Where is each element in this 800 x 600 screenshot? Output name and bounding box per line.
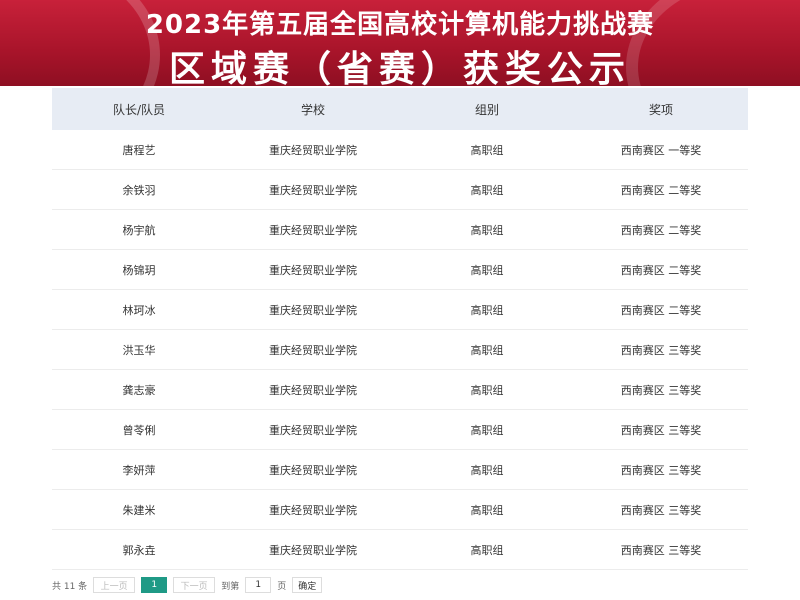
cell-school: 重庆经贸职业学院 [269, 463, 357, 477]
cell-captain: 余铁羽 [122, 183, 156, 197]
table-row: 杨宇航 重庆经贸职业学院 高职组 西南赛区 二等奖 [52, 210, 748, 250]
table-row: 林珂冰 重庆经贸职业学院 高职组 西南赛区 二等奖 [52, 290, 748, 330]
page-1-button[interactable]: 1 [141, 577, 168, 593]
cell-school: 重庆经贸职业学院 [269, 423, 357, 437]
cell-group: 高职组 [470, 463, 504, 477]
prev-page-button[interactable]: 上一页 [93, 577, 136, 593]
table-row: 洪玉华 重庆经贸职业学院 高职组 西南赛区 三等奖 [52, 330, 748, 370]
table-row: 李妍萍 重庆经贸职业学院 高职组 西南赛区 三等奖 [52, 450, 748, 490]
cell-group: 高职组 [470, 543, 504, 557]
cell-captain: 洪玉华 [122, 343, 156, 357]
cell-captain: 朱建米 [122, 503, 156, 517]
cell-group: 高职组 [470, 423, 504, 437]
table-row: 余铁羽 重庆经贸职业学院 高职组 西南赛区 二等奖 [52, 170, 748, 210]
award-banner: 2023年第五届全国高校计算机能力挑战赛 区域赛（省赛）获奖公示 [0, 0, 800, 86]
cell-captain: 林珂冰 [122, 303, 156, 317]
cell-school: 重庆经贸职业学院 [269, 143, 357, 157]
cell-award: 西南赛区 三等奖 [620, 383, 702, 397]
confirm-button[interactable]: 确定 [292, 577, 323, 593]
cell-group: 高职组 [470, 303, 504, 317]
cell-school: 重庆经贸职业学院 [269, 223, 357, 237]
cell-captain: 杨锦玥 [122, 263, 156, 277]
cell-group: 高职组 [470, 343, 504, 357]
cell-award: 西南赛区 一等奖 [620, 143, 702, 157]
total-count: 共 11 条 [52, 581, 88, 592]
cell-award: 西南赛区 二等奖 [620, 303, 702, 317]
cell-award: 西南赛区 二等奖 [620, 183, 702, 197]
cell-award: 西南赛区 三等奖 [620, 543, 702, 557]
goto-page-input[interactable]: 1 [245, 577, 272, 593]
table-row: 龚志豪 重庆经贸职业学院 高职组 西南赛区 三等奖 [52, 370, 748, 410]
table-row: 唐程艺 重庆经贸职业学院 高职组 西南赛区 一等奖 [52, 130, 748, 170]
cell-award: 西南赛区 三等奖 [620, 423, 702, 437]
cell-group: 高职组 [470, 383, 504, 397]
cell-award: 西南赛区 三等奖 [620, 343, 702, 357]
cell-school: 重庆经贸职业学院 [269, 303, 357, 317]
table-row: 朱建米 重庆经贸职业学院 高职组 西南赛区 三等奖 [52, 490, 748, 530]
table-body: 唐程艺 重庆经贸职业学院 高职组 西南赛区 一等奖 余铁羽 重庆经贸职业学院 高职组 西南赛区… [52, 130, 748, 570]
cell-school: 重庆经贸职业学院 [269, 543, 357, 557]
table-row: 曾苓俐 重庆经贸职业学院 高职组 西南赛区 三等奖 [52, 410, 748, 450]
cell-school: 重庆经贸职业学院 [269, 263, 357, 277]
cell-captain: 龚志豪 [122, 383, 156, 397]
cell-captain: 杨宇航 [122, 223, 156, 237]
cell-captain: 唐程艺 [122, 143, 156, 157]
award-table: 队长/队员 学校 组别 奖项 唐程艺 重庆经贸职业学院 高职组 西南赛区 一等奖 余铁羽… [52, 88, 748, 570]
pagination: 共 11 条 上一页 1 下一页 到第 1 页 确定 [52, 576, 328, 594]
page-unit-label: 页 [277, 581, 287, 592]
cell-school: 重庆经贸职业学院 [269, 183, 357, 197]
cell-award: 西南赛区 三等奖 [620, 463, 702, 477]
cell-captain: 曾苓俐 [122, 423, 156, 437]
cell-school: 重庆经贸职业学院 [269, 383, 357, 397]
cell-school: 重庆经贸职业学院 [269, 503, 357, 517]
cell-group: 高职组 [470, 223, 504, 237]
cell-group: 高职组 [470, 503, 504, 517]
cell-award: 西南赛区 二等奖 [620, 223, 702, 237]
cell-school: 重庆经贸职业学院 [269, 343, 357, 357]
cell-award: 西南赛区 三等奖 [620, 503, 702, 517]
header-group: 组别 [474, 102, 499, 117]
table-header: 队长/队员 学校 组别 奖项 [52, 88, 748, 130]
banner-title-line1: 2023年第五届全国高校计算机能力挑战赛 [145, 10, 655, 40]
header-school: 学校 [300, 102, 325, 117]
goto-label: 到第 [221, 581, 240, 592]
header-award: 奖项 [648, 102, 673, 117]
header-captain: 队长/队员 [112, 102, 166, 117]
banner-title-line2: 区域赛（省赛）获奖公示 [168, 49, 631, 86]
table-row: 郭永垚 重庆经贸职业学院 高职组 西南赛区 三等奖 [52, 530, 748, 570]
cell-group: 高职组 [470, 143, 504, 157]
cell-captain: 李妍萍 [122, 463, 156, 477]
cell-group: 高职组 [470, 263, 504, 277]
next-page-button[interactable]: 下一页 [173, 577, 216, 593]
cell-award: 西南赛区 二等奖 [620, 263, 702, 277]
cell-captain: 郭永垚 [122, 543, 156, 557]
cell-group: 高职组 [470, 183, 504, 197]
table-row: 杨锦玥 重庆经贸职业学院 高职组 西南赛区 二等奖 [52, 250, 748, 290]
